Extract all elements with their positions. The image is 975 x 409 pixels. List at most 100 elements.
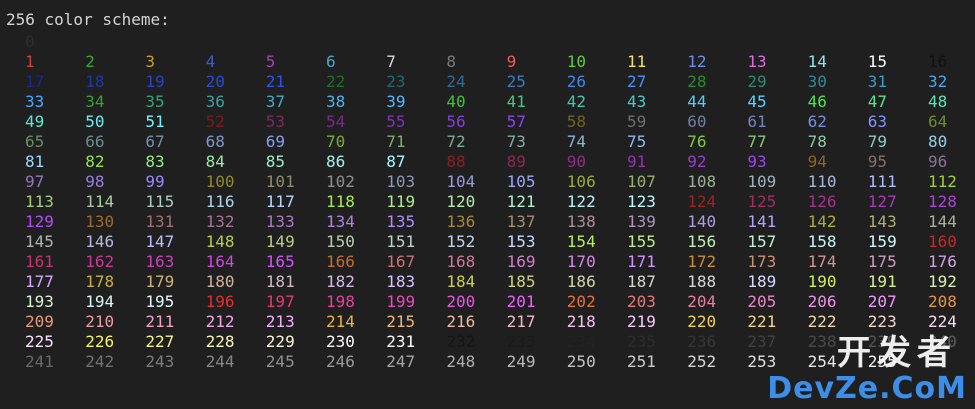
color-swatch-number: 177: [25, 272, 54, 291]
color-swatch-number: 167: [386, 252, 416, 271]
color-swatch-number: 143: [867, 212, 897, 231]
color-swatch-number: 111: [867, 172, 897, 191]
color-swatch-number: 2: [85, 52, 95, 71]
color-swatch-number: 22: [326, 72, 346, 91]
color-swatch-number: 125: [747, 192, 777, 211]
color-swatch-number: 31: [867, 72, 888, 91]
color-swatch-number: 6: [326, 52, 336, 71]
color-swatch-number: 174: [807, 252, 837, 271]
color-swatch-number: 107: [627, 172, 656, 191]
color-swatch-number: 134: [326, 212, 355, 231]
color-swatch-number: 170: [566, 252, 596, 271]
color-swatch-number: 232: [446, 332, 476, 351]
terminal-window: 256 color scheme: 0 1 2 3 4 5 6 7 8 9 10 11 12 13 14 15…: [0, 0, 975, 409]
color-swatch-number: 52: [205, 112, 225, 131]
color-swatch-number: 4: [205, 52, 216, 71]
color-swatch-number: 66: [85, 132, 105, 151]
color-swatch-number: 151: [386, 232, 416, 251]
color-swatch-number: 173: [747, 252, 777, 271]
color-swatch-number: 245: [265, 352, 295, 371]
color-row: 17 18 19 20 21 22 23 24 25 26 27 28 29 30 31 32: [0, 72, 975, 92]
color-swatch-number: 236: [687, 332, 717, 351]
color-swatch-number: 136: [446, 212, 476, 231]
color-swatch-number: 72: [446, 132, 466, 151]
color-swatch-number: 29: [747, 72, 767, 91]
color-swatch-number: 217: [506, 312, 536, 331]
color-swatch-number: 156: [687, 232, 717, 251]
color-swatch-number: 247: [386, 352, 416, 371]
color-swatch-number: 147: [145, 232, 175, 251]
color-swatch-number: 175: [867, 252, 897, 271]
color-swatch-number: 244: [205, 352, 235, 371]
color-swatch-number: 44: [687, 92, 707, 111]
color-swatch-number: 163: [145, 252, 175, 271]
color-swatch-number: 95: [867, 152, 888, 171]
color-swatch-number: 34: [85, 92, 105, 111]
color-swatch-number: 130: [85, 212, 115, 231]
color-row: 209 210 211 212 213 214 215 216 217 218 219 220 221 2…: [0, 312, 975, 332]
color-swatch-number: 126: [807, 192, 837, 211]
color-swatch-number: 27: [627, 72, 647, 91]
color-swatch-number: 142: [807, 212, 837, 231]
color-swatch-number: 148: [205, 232, 235, 251]
watermark-bottom-text: DevZe.CoM: [767, 371, 967, 406]
color-swatch-number: 205: [747, 292, 777, 311]
color-swatch-number: 108: [687, 172, 717, 191]
color-swatch-number: 37: [265, 92, 286, 111]
color-swatch-number: 213: [265, 312, 295, 331]
color-swatch-number: 67: [145, 132, 165, 151]
color-swatch-number: 198: [326, 292, 355, 311]
color-swatch-number: 9: [506, 52, 517, 71]
color-swatch-number: 71: [386, 132, 406, 151]
watermark-top-text: 开发者: [837, 333, 957, 373]
color-row: 33 34 35 36 37 38 39 40 41 42 43 44 45 46 47 48: [0, 92, 975, 112]
color-swatch-number: 227: [145, 332, 175, 351]
color-swatch-number: 246: [326, 352, 355, 371]
color-swatch-number: 146: [85, 232, 115, 251]
color-row: 177 178 179 180 181 182 183 184 185 186 187 188 189 1…: [0, 272, 975, 292]
color-swatch-number: 109: [747, 172, 777, 191]
color-swatch-number: 10: [566, 52, 587, 71]
color-swatch-number: 114: [85, 192, 115, 211]
color-swatch-number: 191: [867, 272, 897, 291]
color-swatch-number: 20: [205, 72, 225, 91]
color-swatch-number: 96: [928, 152, 948, 171]
color-swatch-number: 65: [25, 132, 45, 151]
color-swatch-number: 93: [747, 152, 767, 171]
color-swatch-number: 39: [386, 92, 406, 111]
color-swatch-number: 188: [687, 272, 717, 291]
color-swatch-number: 102: [326, 172, 355, 191]
color-swatch-number: 64: [928, 112, 948, 131]
color-swatch-number: 168: [446, 252, 476, 271]
color-swatch-number: 0: [25, 32, 35, 51]
color-swatch-number: 137: [506, 212, 536, 231]
color-swatch-number: 119: [386, 192, 416, 211]
color-swatch-number: 182: [326, 272, 355, 291]
color-row: 97 98 99 100 101 102 103 104 105 106 107 108 109 110 1…: [0, 172, 975, 192]
color-swatch-number: 110: [807, 172, 837, 191]
color-swatch-number: 90: [566, 152, 587, 171]
color-swatch-number: 193: [25, 292, 54, 311]
color-swatch-number: 106: [566, 172, 596, 191]
color-swatch-number: 103: [386, 172, 416, 191]
color-swatch-number: 105: [506, 172, 536, 191]
color-swatch-number: 140: [687, 212, 717, 231]
color-swatch-number: 235: [627, 332, 656, 351]
color-swatch-number: 166: [326, 252, 355, 271]
color-row: 161 162 163 164 165 166 167 168 169 170 171 172 173 1…: [0, 252, 975, 272]
color-row: 65 66 67 68 69 70 71 72 73 74 75 76 77 78 79 80: [0, 132, 975, 152]
color-swatch-number: 15: [867, 52, 888, 71]
color-swatch-number: 181: [265, 272, 295, 291]
color-swatch-number: 180: [205, 272, 235, 291]
color-swatch-number: 120: [446, 192, 476, 211]
color-swatch-number: 161: [25, 252, 54, 271]
color-swatch-number: 17: [25, 72, 45, 91]
color-swatch-number: 56: [446, 112, 466, 131]
color-swatch-number: 223: [867, 312, 897, 331]
color-swatch-number: 149: [265, 232, 295, 251]
color-swatch-number: 70: [326, 132, 346, 151]
color-swatch-number: 215: [386, 312, 416, 331]
color-swatch-number: 164: [205, 252, 235, 271]
color-swatch-number: 14: [807, 52, 827, 71]
color-swatch-number: 42: [566, 92, 587, 111]
